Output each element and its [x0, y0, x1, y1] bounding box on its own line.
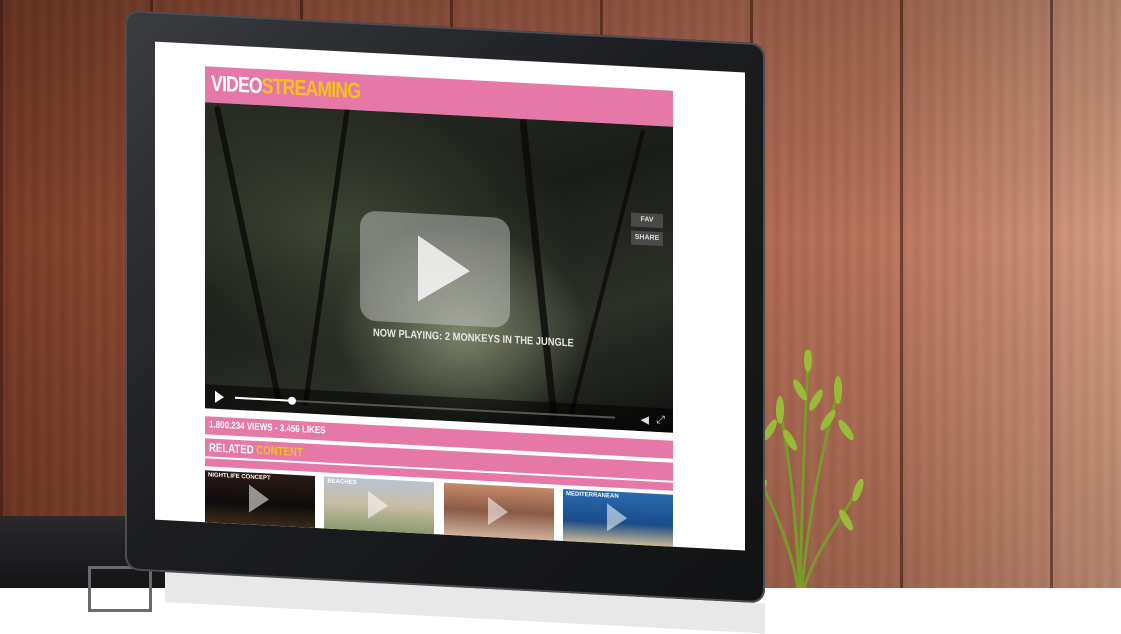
seek-progress: [235, 396, 292, 402]
fav-button[interactable]: FAV: [631, 212, 663, 229]
related-thumb[interactable]: MEDITERRANEAN: [562, 488, 673, 547]
thumb-label: MEDITERRANEAN: [565, 491, 619, 500]
logo-part1: VIDEO: [211, 70, 262, 99]
thumb-label: NIGHTLIFE CONCEPT: [208, 472, 271, 482]
share-button[interactable]: SHARE: [631, 230, 663, 247]
related-thumb[interactable]: BEACHES: [324, 476, 435, 535]
big-play-button[interactable]: [360, 210, 510, 329]
related-thumb[interactable]: [443, 482, 554, 541]
tree-trunk: [568, 129, 646, 418]
play-icon: [418, 235, 470, 305]
tree-trunk: [302, 102, 353, 407]
monitor: VIDEOSTREAMING FAV SHARE NOW PLAYING: 2 …: [125, 10, 765, 634]
screen: VIDEOSTREAMING FAV SHARE NOW PLAYING: 2 …: [155, 41, 745, 551]
play-icon: [606, 503, 627, 533]
seek-handle[interactable]: [288, 396, 296, 405]
fullscreen-icon[interactable]: ⤢: [656, 414, 665, 427]
related-title-part1: RELATED: [209, 440, 254, 457]
views-likes-text: 1.800.234 VIEWS - 3.456 LIKES: [209, 419, 326, 437]
related-thumb[interactable]: NIGHTLIFE CONCEPT: [205, 470, 315, 528]
thumb-label: BEACHES: [327, 478, 357, 487]
video-player[interactable]: FAV SHARE NOW PLAYING: 2 MONKEYS IN THE …: [205, 102, 673, 433]
seek-bar[interactable]: [235, 396, 615, 419]
tree-trunk: [213, 105, 283, 404]
related-title: RELATED CONTENT: [209, 440, 303, 459]
play-icon: [249, 484, 269, 514]
play-icon: [368, 490, 389, 520]
tree-trunk: [519, 119, 558, 420]
site-logo[interactable]: VIDEOSTREAMING: [211, 71, 360, 105]
play-icon[interactable]: [215, 390, 224, 404]
logo-part2: STREAMING: [261, 73, 361, 104]
play-icon: [487, 497, 508, 527]
related-title-part2: CONTENT: [256, 442, 303, 460]
volume-icon[interactable]: ◀: [641, 413, 649, 426]
